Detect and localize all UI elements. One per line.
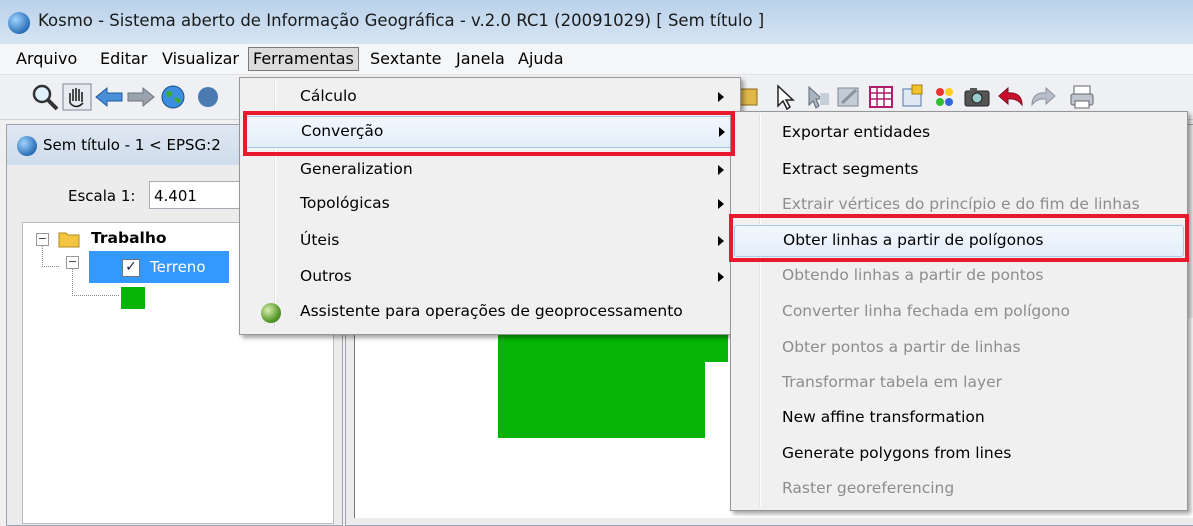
layer-visibility-checkbox[interactable]: ✓ — [122, 259, 140, 277]
submenu-item-obter-pontos-linhas[interactable]: Obter pontos a partir de linhas — [734, 333, 1182, 363]
submenu-arrow-icon — [718, 272, 724, 282]
app-globe-icon — [8, 12, 30, 34]
globe-partial-icon[interactable] — [188, 83, 218, 111]
menu-item-label: Converter linha fechada em polígono — [782, 302, 1071, 320]
project-window-title: Sem título - 1 < EPSG:2 — [43, 136, 221, 154]
project-globe-icon — [17, 136, 37, 156]
wizard-globe-icon — [261, 303, 281, 323]
tree-connector — [42, 246, 59, 267]
submenu-item-raster-georeferencing[interactable]: Raster georeferencing — [734, 474, 1182, 504]
menu-item-outros[interactable]: Outros — [244, 262, 734, 292]
menu-bar: Arquivo Editar Visualizar Ferramentas Se… — [0, 44, 1193, 75]
menu-item-label: Topológicas — [300, 194, 390, 212]
tree-root-label[interactable]: Trabalho — [91, 229, 167, 247]
submenu-item-exportar-entidades[interactable]: Exportar entidades — [734, 118, 1182, 148]
table-icon[interactable] — [866, 83, 896, 111]
layer-name[interactable]: Terreno — [150, 258, 206, 276]
redo-icon[interactable] — [1028, 83, 1058, 111]
menu-item-label: Cálculo — [300, 87, 357, 105]
submenu-item-extract-segments[interactable]: Extract segments — [734, 155, 1182, 185]
forward-arrow-icon[interactable] — [126, 83, 156, 111]
menu-item-assistente[interactable]: Assistente para operações de geoprocessa… — [244, 297, 734, 327]
menu-janela[interactable]: Janela — [452, 48, 509, 70]
menu-arquivo[interactable]: Arquivo — [12, 48, 81, 70]
menu-visualizar[interactable]: Visualizar — [158, 48, 243, 70]
scale-label: Escala 1: — [68, 187, 136, 205]
annotation-box-obter-linhas — [729, 214, 1189, 262]
menu-item-label: Obtendo linhas a partir de pontos — [782, 266, 1044, 284]
submenu-item-obtendo-linhas-pontos[interactable]: Obtendo linhas a partir de pontos — [734, 261, 1182, 291]
menu-item-label: Extract segments — [782, 160, 919, 178]
camera-icon[interactable] — [962, 83, 992, 111]
globe-icon[interactable] — [158, 83, 188, 111]
menu-item-label: Obter pontos a partir de linhas — [782, 338, 1021, 356]
colors-icon[interactable] — [930, 83, 960, 111]
back-arrow-icon[interactable] — [94, 83, 124, 111]
menu-item-label: Extrair vértices do princípio e do fim d… — [782, 195, 1140, 213]
submenu-item-affine-transformation[interactable]: New affine transformation — [734, 403, 1182, 433]
menu-item-label: Transformar tabela em layer — [782, 373, 1003, 391]
submenu-arrow-icon — [718, 92, 724, 102]
submenu-arrow-icon — [718, 236, 724, 246]
folder-icon — [58, 230, 80, 248]
menu-ajuda[interactable]: Ajuda — [514, 48, 568, 70]
edit-icon[interactable] — [834, 83, 864, 111]
submenu-item-transformar-tabela[interactable]: Transformar tabela em layer — [734, 368, 1182, 398]
pan-hand-icon[interactable] — [62, 83, 92, 111]
terreno-polygon[interactable] — [498, 318, 728, 438]
menu-item-label: Outros — [300, 267, 352, 285]
tree-expander-terreno[interactable]: − — [66, 256, 79, 269]
menu-item-uteis[interactable]: Úteis — [244, 226, 734, 256]
menu-item-label: Raster georeferencing — [782, 479, 955, 497]
menu-item-label: Generate polygons from lines — [782, 444, 1012, 462]
menu-item-label: Generalization — [300, 160, 413, 178]
annotation-box-conversao — [243, 111, 735, 156]
submenu-arrow-icon — [718, 165, 724, 175]
window-title: Kosmo - Sistema aberto de Informação Geo… — [38, 11, 765, 30]
menu-item-label: Úteis — [300, 231, 340, 249]
menu-item-label: Exportar entidades — [782, 123, 931, 141]
tree-expander-trabalho[interactable]: − — [36, 233, 49, 246]
layer-properties-icon[interactable] — [898, 83, 928, 111]
scale-input[interactable]: 4.401 — [149, 181, 249, 209]
layer-style-swatch — [121, 287, 145, 309]
menu-item-label: Assistente para operações de geoprocessa… — [300, 302, 683, 320]
menu-editar[interactable]: Editar — [96, 48, 151, 70]
menu-sextante[interactable]: Sextante — [366, 48, 446, 70]
menu-item-topologicas[interactable]: Topológicas — [244, 189, 734, 219]
submenu-item-generate-polygons[interactable]: Generate polygons from lines — [734, 439, 1182, 469]
menu-item-generalization[interactable]: Generalization — [244, 155, 734, 185]
print-icon[interactable] — [1068, 83, 1098, 111]
submenu-arrow-icon — [718, 199, 724, 209]
zoom-icon[interactable] — [30, 83, 60, 111]
submenu-item-converter-linha-fechada[interactable]: Converter linha fechada em polígono — [734, 297, 1182, 327]
menu-item-label: New affine transformation — [782, 408, 985, 426]
title-bar: Kosmo - Sistema aberto de Informação Geo… — [0, 0, 1193, 44]
menu-item-calculo[interactable]: Cálculo — [244, 82, 734, 112]
select-arrow-icon[interactable] — [770, 83, 800, 111]
menu-ferramentas[interactable]: Ferramentas — [248, 47, 359, 71]
feature-info-icon[interactable] — [802, 83, 832, 111]
undo-icon[interactable] — [996, 83, 1026, 111]
